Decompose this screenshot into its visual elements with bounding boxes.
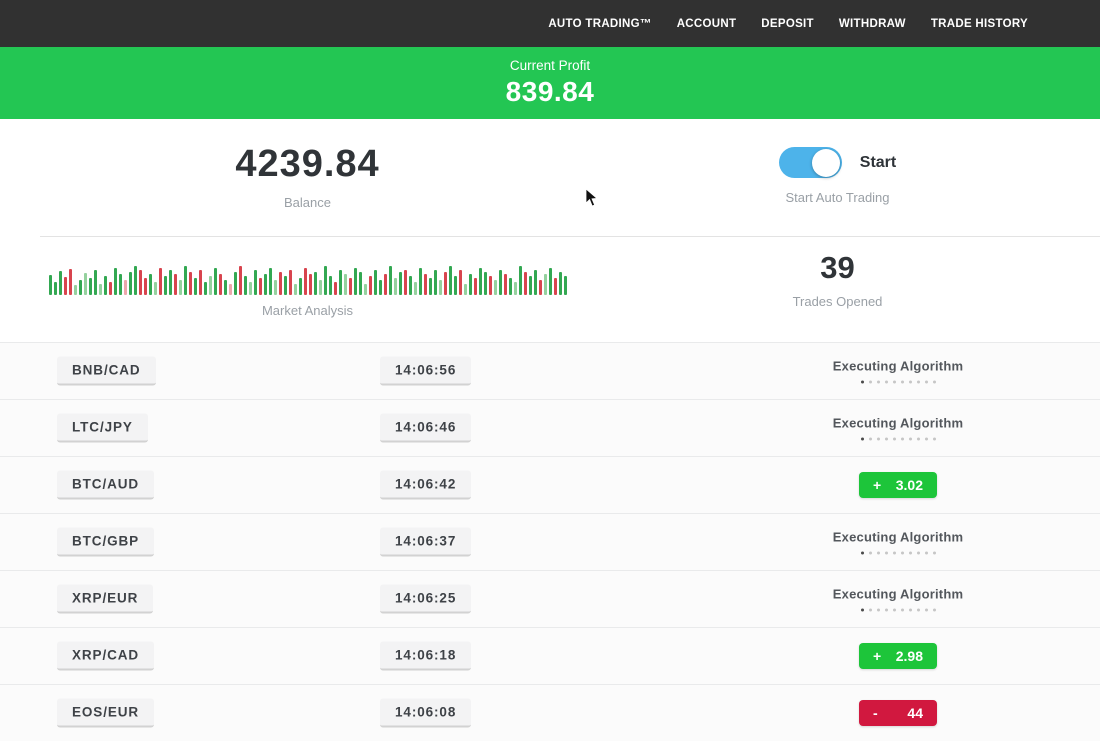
status-cell: Executing Algorithm bbox=[820, 587, 976, 612]
nav-item-deposit[interactable]: DEPOSIT bbox=[761, 18, 814, 30]
pair-badge[interactable]: BNB/CAD bbox=[57, 357, 156, 386]
pair-badge[interactable]: EOS/EUR bbox=[57, 699, 154, 728]
current-profit-value: 839.84 bbox=[506, 76, 595, 108]
market-analysis-bars bbox=[49, 255, 567, 295]
trades-opened-value: 39 bbox=[820, 249, 854, 286]
balance-value: 4239.84 bbox=[235, 145, 379, 183]
balance-label: Balance bbox=[284, 195, 331, 210]
toggle-knob bbox=[812, 149, 840, 177]
result-badge: - 44 bbox=[859, 700, 937, 726]
trades-opened-label: Trades Opened bbox=[793, 294, 883, 309]
nav-item-trade-history[interactable]: TRADE HISTORY bbox=[931, 18, 1028, 30]
status-label: Executing Algorithm bbox=[833, 587, 963, 602]
time-badge: 14:06:37 bbox=[380, 528, 471, 557]
auto-trading-page: AUTO TRADING™ ACCOUNT DEPOSIT WITHDRAW T… bbox=[0, 0, 1100, 742]
status-cell: Executing Algorithm bbox=[820, 530, 976, 555]
result-amount: 3.02 bbox=[896, 477, 923, 493]
current-profit-banner: Current Profit 839.84 bbox=[0, 47, 1100, 119]
time-badge: 14:06:46 bbox=[380, 414, 471, 443]
pair-badge[interactable]: BTC/GBP bbox=[57, 528, 154, 557]
time-badge: 14:06:56 bbox=[380, 357, 471, 386]
pair-badge[interactable]: BTC/AUD bbox=[57, 471, 154, 500]
status-cell: Executing Algorithm bbox=[820, 359, 976, 384]
result-amount: 44 bbox=[907, 705, 923, 721]
time-badge: 14:06:42 bbox=[380, 471, 471, 500]
table-row: XRP/CAD 14:06:18 + 2.98 bbox=[0, 627, 1100, 684]
result-sign: + bbox=[873, 477, 881, 493]
balance-section: 4239.84 Balance Start Start Auto Trading bbox=[0, 119, 1100, 236]
status-executing: Executing Algorithm bbox=[833, 587, 963, 612]
status-cell: + 3.02 bbox=[820, 472, 976, 498]
progress-dots bbox=[858, 437, 938, 441]
result-amount: 2.98 bbox=[896, 648, 923, 664]
balance-block: 4239.84 Balance bbox=[0, 119, 575, 236]
result-badge: + 3.02 bbox=[859, 472, 937, 498]
status-executing: Executing Algorithm bbox=[833, 416, 963, 441]
nav-item-withdraw[interactable]: WITHDRAW bbox=[839, 18, 906, 30]
table-row: EOS/EUR 14:06:08 - 44 bbox=[0, 684, 1100, 741]
auto-trading-block: Start Start Auto Trading bbox=[575, 119, 1100, 236]
result-sign: + bbox=[873, 648, 881, 664]
pair-badge[interactable]: XRP/CAD bbox=[57, 642, 154, 671]
top-nav: AUTO TRADING™ ACCOUNT DEPOSIT WITHDRAW T… bbox=[0, 0, 1100, 47]
table-row: BNB/CAD 14:06:56 Executing Algorithm bbox=[0, 342, 1100, 399]
table-row: BTC/GBP 14:06:37 Executing Algorithm bbox=[0, 513, 1100, 570]
table-row: LTC/JPY 14:06:46 Executing Algorithm bbox=[0, 399, 1100, 456]
nav-item-account[interactable]: ACCOUNT bbox=[677, 18, 737, 30]
status-cell: Executing Algorithm bbox=[820, 416, 976, 441]
status-label: Executing Algorithm bbox=[833, 530, 963, 545]
status-label: Executing Algorithm bbox=[833, 359, 963, 374]
time-badge: 14:06:08 bbox=[380, 699, 471, 728]
auto-trading-toggle[interactable] bbox=[779, 147, 842, 178]
time-badge: 14:06:18 bbox=[380, 642, 471, 671]
current-profit-label: Current Profit bbox=[510, 58, 590, 73]
pair-badge[interactable]: LTC/JPY bbox=[57, 414, 148, 443]
market-analysis-block: Market Analysis bbox=[0, 237, 575, 342]
nav-item-auto-trading[interactable]: AUTO TRADING™ bbox=[548, 18, 651, 30]
progress-dots bbox=[858, 608, 938, 612]
toggle-state-label: Start bbox=[860, 154, 896, 172]
status-cell: + 2.98 bbox=[820, 643, 976, 669]
auto-trading-label: Start Auto Trading bbox=[785, 190, 889, 205]
status-executing: Executing Algorithm bbox=[833, 530, 963, 555]
result-sign: - bbox=[873, 705, 878, 721]
table-row: BTC/AUD 14:06:42 + 3.02 bbox=[0, 456, 1100, 513]
result-badge: + 2.98 bbox=[859, 643, 937, 669]
table-row: XRP/EUR 14:06:25 Executing Algorithm bbox=[0, 570, 1100, 627]
trades-list: BNB/CAD 14:06:56 Executing Algorithm LTC… bbox=[0, 342, 1100, 741]
trades-opened-block: 39 Trades Opened bbox=[575, 237, 1100, 342]
status-cell: - 44 bbox=[820, 700, 976, 726]
progress-dots bbox=[858, 380, 938, 384]
pair-badge[interactable]: XRP/EUR bbox=[57, 585, 153, 614]
time-badge: 14:06:25 bbox=[380, 585, 471, 614]
market-analysis-label: Market Analysis bbox=[262, 303, 353, 318]
status-label: Executing Algorithm bbox=[833, 416, 963, 431]
market-analysis-section: Market Analysis 39 Trades Opened bbox=[0, 237, 1100, 342]
progress-dots bbox=[858, 551, 938, 555]
status-executing: Executing Algorithm bbox=[833, 359, 963, 384]
